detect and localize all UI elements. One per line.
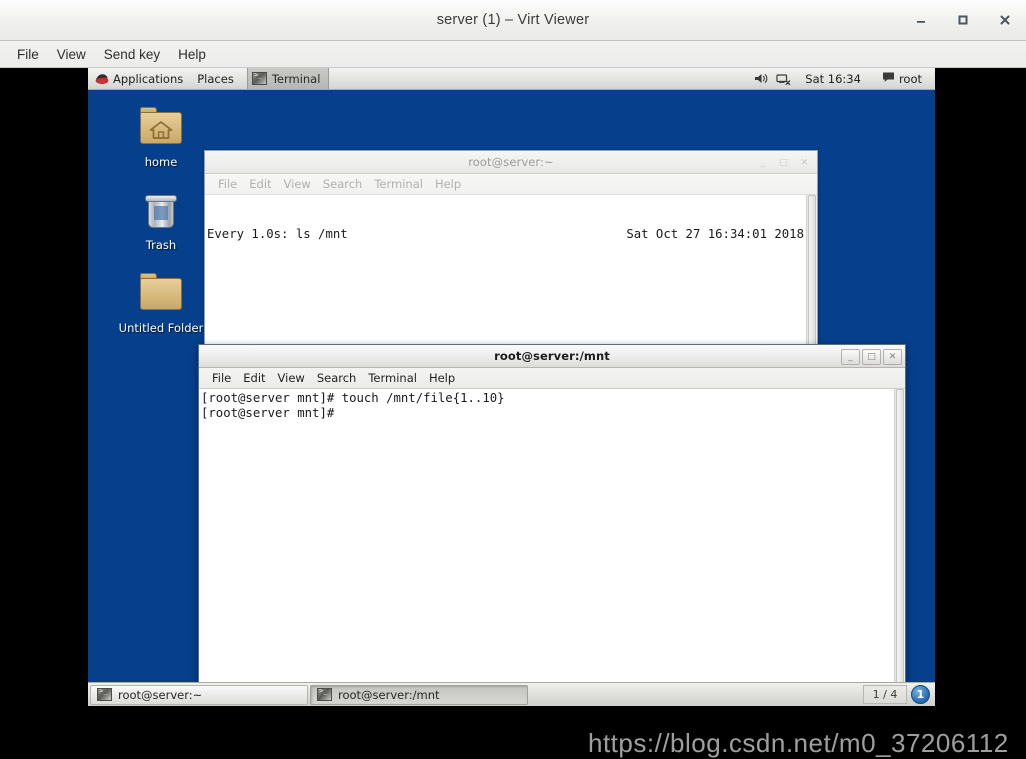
- taskbar-button-watch[interactable]: root@server:~: [90, 684, 308, 705]
- terminal-minimize-button[interactable]: _: [753, 155, 772, 171]
- menu-help[interactable]: Help: [169, 43, 215, 66]
- terminal-maximize-button[interactable]: □: [774, 155, 793, 171]
- terminal-title: root@server:~: [468, 155, 554, 169]
- workspace-switcher[interactable]: 1 / 4: [863, 685, 907, 704]
- terminal-menu-edit[interactable]: Edit: [237, 369, 271, 387]
- virt-viewer-window: server (1) – Virt Viewer File View Send …: [0, 0, 1026, 758]
- taskbar-button-label: root@server:/mnt: [338, 687, 440, 702]
- red-hat-logo-icon: [95, 72, 109, 85]
- terminal-titlebar[interactable]: root@server:~ _ □ ✕: [205, 151, 817, 174]
- maximize-button[interactable]: [950, 7, 976, 33]
- terminal-menu-file[interactable]: File: [206, 369, 237, 387]
- viewer-menubar: File View Send key Help: [0, 41, 1026, 68]
- guest-display-area: Applications Places Terminal: [0, 68, 1026, 758]
- terminal-output: [root@server mnt]# touch /mnt/file{1..10…: [199, 389, 894, 705]
- terminal-menu-help[interactable]: Help: [429, 175, 467, 193]
- clock[interactable]: Sat 16:34: [798, 68, 868, 89]
- user-menu[interactable]: root: [875, 68, 929, 89]
- terminal-close-button[interactable]: ✕: [795, 155, 814, 171]
- minimize-button[interactable]: [908, 7, 934, 33]
- watch-timestamp: Sat Oct 27 16:34:01 2018: [626, 226, 804, 241]
- desktop-icon-label: Untitled Folder: [118, 321, 204, 335]
- terminal-scrollbar[interactable]: [894, 389, 905, 705]
- desktop-icon-label: Trash: [145, 238, 177, 252]
- notification-badge[interactable]: 1: [911, 685, 930, 704]
- gnome-bottom-panel: root@server:~ root@server:/mnt 1 / 4 1: [88, 682, 935, 706]
- terminal-menu-view[interactable]: View: [272, 369, 311, 387]
- viewer-titlebar: server (1) – Virt Viewer: [0, 0, 1026, 41]
- terminal-icon: [317, 687, 332, 701]
- places-menu[interactable]: Places: [190, 68, 241, 89]
- terminal-window-mnt[interactable]: root@server:/mnt _ □ ✕ File Edit View Se…: [198, 344, 906, 706]
- taskbar-button-label: root@server:~: [118, 687, 203, 702]
- desktop-icon-label: home: [144, 155, 178, 169]
- window-tab-terminal[interactable]: Terminal: [246, 68, 330, 89]
- terminal-menu-terminal[interactable]: Terminal: [362, 369, 423, 387]
- terminal-line-1: [root@server mnt]# touch /mnt/file{1..10…: [201, 391, 505, 405]
- terminal-menubar: File Edit View Search Terminal Help: [205, 174, 817, 195]
- guest-desktop[interactable]: Applications Places Terminal: [88, 68, 935, 706]
- terminal-window-controls: _ □ ✕: [753, 151, 814, 174]
- menu-file[interactable]: File: [8, 43, 48, 66]
- terminal-menu-search[interactable]: Search: [317, 175, 369, 193]
- applications-menu[interactable]: Applications: [88, 68, 190, 89]
- workspace-label: 1 / 4: [872, 688, 898, 701]
- taskbar-button-mnt[interactable]: root@server:/mnt: [310, 684, 528, 705]
- folder-icon: [137, 270, 185, 318]
- terminal-icon: [97, 687, 112, 701]
- notification-count: 1: [916, 688, 925, 701]
- terminal-body[interactable]: [root@server mnt]# touch /mnt/file{1..10…: [199, 389, 905, 705]
- terminal-menu-view[interactable]: View: [278, 175, 317, 193]
- user-label: root: [898, 71, 922, 86]
- trash-icon: [137, 187, 185, 235]
- terminal-line-2: [root@server mnt]#: [201, 405, 335, 420]
- desktop-icon-untitled-folder[interactable]: Untitled Folder: [113, 270, 209, 335]
- terminal-menu-edit[interactable]: Edit: [243, 175, 277, 193]
- home-folder-icon: [137, 104, 185, 152]
- watermark: https://blog.csdn.net/m0_37206112: [588, 728, 1009, 758]
- terminal-menubar: File Edit View Search Terminal Help: [199, 368, 905, 389]
- user-icon: [882, 71, 895, 86]
- terminal-title: root@server:/mnt: [494, 349, 610, 363]
- terminal-close-button[interactable]: ✕: [883, 348, 902, 365]
- terminal-menu-help[interactable]: Help: [423, 369, 461, 387]
- window-tab-label: Terminal: [271, 71, 321, 86]
- viewer-window-controls: [908, 0, 1018, 40]
- applications-label: Applications: [113, 71, 184, 86]
- close-button[interactable]: [992, 7, 1018, 33]
- taskbar-spacer: [530, 683, 863, 706]
- terminal-menu-terminal[interactable]: Terminal: [368, 175, 429, 193]
- terminal-titlebar[interactable]: root@server:/mnt _ □ ✕: [199, 345, 905, 368]
- terminal-minimize-button[interactable]: _: [841, 348, 860, 365]
- network-icon[interactable]: [776, 72, 791, 85]
- desktop-icon-trash[interactable]: Trash: [113, 187, 209, 252]
- menu-view[interactable]: View: [48, 43, 95, 66]
- volume-icon[interactable]: [754, 72, 769, 85]
- places-label: Places: [197, 71, 234, 86]
- terminal-menu-search[interactable]: Search: [311, 369, 363, 387]
- terminal-menu-file[interactable]: File: [212, 175, 243, 193]
- viewer-title: server (1) – Virt Viewer: [436, 12, 590, 28]
- terminal-icon: [251, 71, 267, 85]
- clock-label: Sat 16:34: [805, 71, 861, 86]
- watch-command: Every 1.0s: ls /mnt: [207, 226, 348, 241]
- desktop-icon-home[interactable]: home: [113, 104, 209, 169]
- gnome-top-panel: Applications Places Terminal: [88, 68, 935, 90]
- menu-send-key[interactable]: Send key: [95, 43, 169, 66]
- scrollbar-thumb[interactable]: [896, 389, 904, 705]
- terminal-window-controls: _ □ ✕: [841, 345, 902, 368]
- terminal-maximize-button[interactable]: □: [862, 348, 881, 365]
